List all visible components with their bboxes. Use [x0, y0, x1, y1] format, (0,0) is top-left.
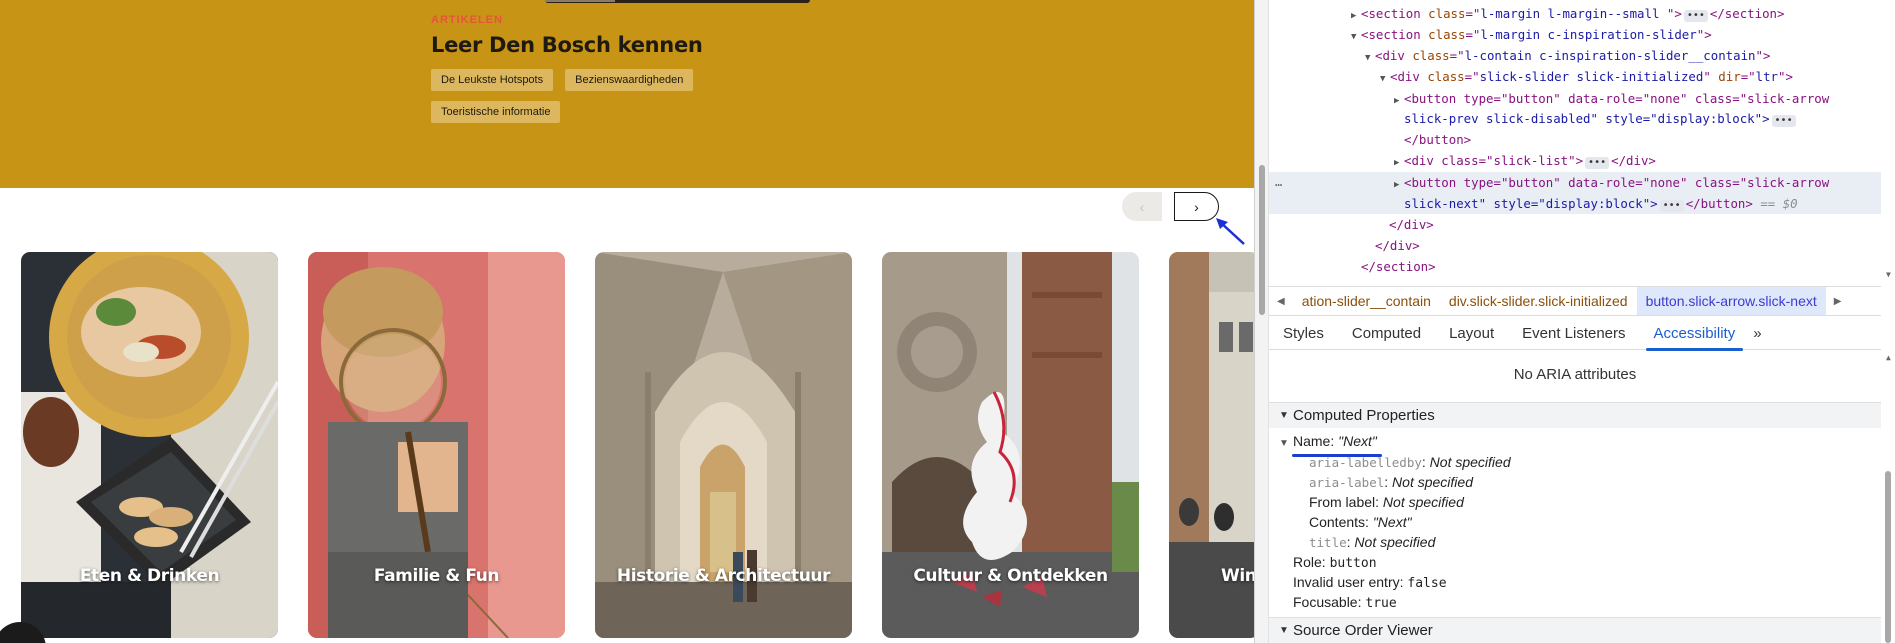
dom-node-div-contain[interactable]: ▼ <div class="l-contain c-inspiration-sli… [1269, 45, 1881, 66]
accessibility-pane: No ARIA attributes ▼ Computed Properties … [1269, 351, 1881, 643]
breadcrumb-item-active[interactable]: button.slick-arrow.slick-next [1636, 287, 1826, 315]
dom-node-div-slick-slider[interactable]: ▼ <div class="slick-slider slick-initiali… [1269, 66, 1881, 87]
dom-node-button-prev[interactable]: ▶ <button type="button" data-role="none" … [1269, 88, 1881, 109]
collapse-triangle-icon: ▼ [1279, 410, 1289, 421]
tag-bezienswaardigheden[interactable]: Bezienswaardigheden [565, 69, 694, 91]
hero-title[interactable]: Leer Den Bosch kennen [431, 33, 703, 57]
ellipsis-icon[interactable]: ••• [1683, 10, 1708, 22]
accessibility-scrollbar[interactable]: ▲ [1881, 351, 1895, 643]
dom-breadcrumbs: ◀ ation-slider__contain div.slick-slider… [1269, 286, 1881, 316]
collapse-triangle-icon[interactable]: ▼ [1279, 438, 1293, 449]
prop-title: title: Not specified [1309, 534, 1436, 550]
tag-hotspots[interactable]: De Leukste Hotspots [431, 69, 554, 91]
expand-triangle-icon[interactable]: ▶ [1394, 153, 1404, 174]
card-familie-fun[interactable]: Familie & Fun [308, 252, 565, 638]
dom-node-button-prev-cont: slick-prev slick-disabled" style="displa… [1269, 108, 1881, 129]
devtools-panel: ▶ <section class="l-margin l-margin--smal… [1254, 0, 1895, 643]
card-eten-drinken[interactable]: Eten & Drinken [21, 252, 278, 638]
tag-toeristische-informatie[interactable]: Toeristische informatie [431, 101, 561, 123]
dom-node-slick-list[interactable]: ▶ <div class="slick-list"> ••• </div> [1269, 150, 1881, 171]
hero-banner: ARTIKELEN Leer Den Bosch kennen De Leuks… [0, 0, 1254, 188]
ellipsis-icon[interactable]: ••• [1659, 200, 1684, 212]
slider-prev-button[interactable]: ‹ [1122, 192, 1162, 221]
dom-node-close-div: </div> [1375, 238, 1420, 253]
card-label: Cultuur & Ontdekken [913, 566, 1108, 586]
prop-name[interactable]: ▼ Name: "Next" [1279, 433, 1377, 449]
prop-contents: Contents: "Next" [1309, 514, 1412, 530]
prop-focusable: Focusable: true [1293, 594, 1397, 611]
source-order-viewer-header[interactable]: ▼ Source Order Viewer [1269, 617, 1881, 643]
card-cultuur-ontdekken[interactable]: Cultuur & Ontdekken [882, 252, 1139, 638]
dom-node-section-small[interactable]: ▶ <section class="l-margin l-margin--smal… [1269, 3, 1881, 24]
tab-event-listeners[interactable]: Event Listeners [1508, 318, 1639, 350]
dom-node-button-prev-close: </button> [1404, 132, 1472, 147]
card-historie-architectuur[interactable]: Historie & Architectuur [595, 252, 852, 638]
sidebar-tabs: Styles Computed Layout Event Listeners A… [1269, 318, 1881, 351]
breadcrumb-left-arrow-icon[interactable]: ◀ [1269, 296, 1293, 307]
tab-styles[interactable]: Styles [1269, 318, 1338, 350]
card-label: Eten & Drinken [79, 566, 220, 586]
node-actions-icon[interactable]: … [1275, 172, 1282, 193]
hero-image-edge-light [545, 0, 615, 2]
tab-computed[interactable]: Computed [1338, 318, 1435, 350]
dom-node-close-section: </section> [1361, 259, 1436, 274]
slider-next-button[interactable]: › [1174, 192, 1219, 221]
more-tabs-icon[interactable]: » [1749, 318, 1765, 350]
prop-aria-label: aria-label: Not specified [1309, 474, 1473, 490]
annotation-arrow-icon [1216, 218, 1245, 245]
breadcrumb-item[interactable]: ation-slider__contain [1293, 287, 1440, 315]
ellipsis-icon[interactable]: ••• [1585, 157, 1610, 169]
elements-tree: ▶ <section class="l-margin l-margin--smal… [1269, 0, 1881, 282]
collapse-triangle-icon[interactable]: ▼ [1380, 69, 1390, 90]
hero-kicker: ARTIKELEN [431, 14, 503, 26]
card-label: Historie & Architectuur [616, 566, 831, 586]
no-aria-message: No ARIA attributes [1513, 366, 1637, 383]
devtools-splitter-scrollbar[interactable] [1255, 0, 1269, 643]
tab-layout[interactable]: Layout [1435, 318, 1508, 350]
card-winkelen[interactable]: Win [1169, 252, 1254, 638]
ellipsis-icon[interactable]: ••• [1771, 115, 1796, 127]
dom-node-button-next-selected[interactable]: … ▶ <button type="button" data-role="none… [1269, 172, 1881, 193]
elements-scrollbar[interactable]: ▼ [1881, 0, 1895, 282]
dom-node-button-next-cont[interactable]: slick-next" style="display:block"> ••• </b… [1269, 193, 1881, 214]
website-viewport: ARTIKELEN Leer Den Bosch kennen De Leuks… [0, 0, 1254, 643]
prop-invalid-user-entry: Invalid user entry: false [1293, 574, 1447, 591]
breadcrumb-item[interactable]: div.slick-slider.slick-initialized [1440, 287, 1637, 315]
card-label: Win [1221, 566, 1254, 586]
computed-properties-header[interactable]: ▼ Computed Properties [1269, 402, 1881, 428]
prop-aria-labelledby: aria-labelledby: Not specified [1309, 454, 1511, 470]
collapse-triangle-icon: ▼ [1279, 625, 1289, 636]
prop-role: Role: button [1293, 554, 1377, 571]
chevron-left-icon: ‹ [1139, 198, 1145, 215]
tab-accessibility[interactable]: Accessibility [1640, 318, 1750, 351]
chevron-right-icon: › [1194, 198, 1199, 215]
hero-tags: De Leukste Hotspots Bezienswaardigheden … [431, 69, 761, 123]
inspiration-cards: Eten & Drinken Familie & Fun Historie & … [21, 252, 1254, 638]
prop-from-label: From label: Not specified [1309, 494, 1464, 510]
dom-node-close-div: </div> [1389, 217, 1434, 232]
dom-node-section-inspiration[interactable]: ▼ <section class="l-margin c-inspiration-… [1269, 24, 1881, 45]
breadcrumb-right-arrow-icon[interactable]: ▶ [1826, 296, 1850, 307]
card-label: Familie & Fun [373, 566, 500, 586]
